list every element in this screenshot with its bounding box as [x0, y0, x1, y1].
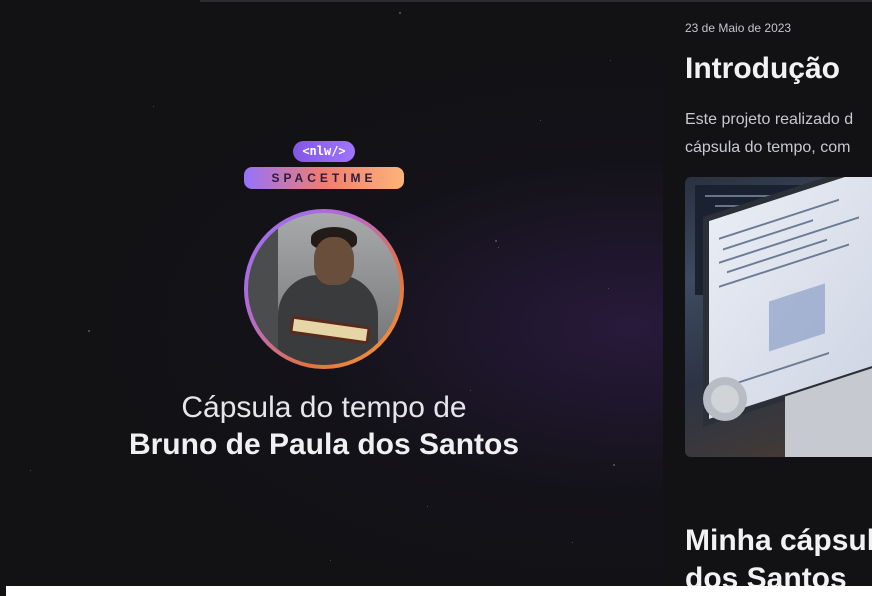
logo-brand: SPACETIME [244, 167, 404, 189]
logo-badge: <nlw/> [293, 141, 355, 162]
memory-feed: 23 de Maio de 2023 Introdução Este proje… [663, 0, 872, 596]
avatar-ring [244, 209, 404, 369]
capsule-owner-name: Bruno de Paula dos Santos [128, 428, 520, 461]
memory-excerpt: Este projeto realizado d cápsula do temp… [685, 106, 853, 162]
memory-excerpt-line: Este projeto realizado d [685, 111, 854, 128]
next-memory-title[interactable]: Minha cápsul dos Santos [685, 522, 872, 596]
memory-date: 23 de Maio de 2023 [685, 21, 792, 35]
avatar [248, 213, 400, 365]
memory-title[interactable]: Introdução [685, 52, 840, 86]
nlw-spacetime-logo: <nlw/> SPACETIME [244, 141, 404, 189]
bottom-bar [6, 586, 872, 596]
hero-panel: <nlw/> SPACETIME Cápsula do tempo de Bru… [0, 0, 663, 596]
memory-image [685, 177, 872, 457]
capsule-title-prefix: Cápsula do tempo de [181, 391, 467, 424]
memory-excerpt-line: cápsula do tempo, com [685, 139, 851, 156]
top-edge [200, 0, 872, 2]
next-memory-title-line: Minha cápsul [685, 524, 872, 557]
